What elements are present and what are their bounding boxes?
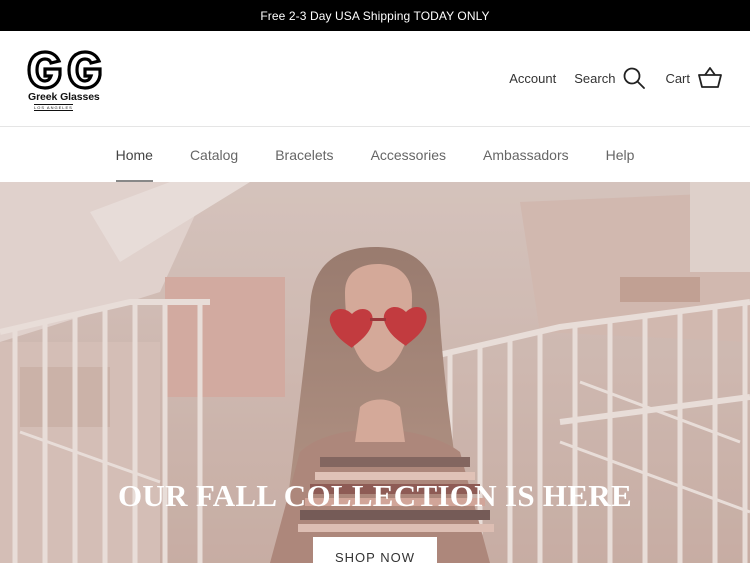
site-header: Greek Glasses LOS ANGELES Account Search… [0,31,750,127]
nav-item-bracelets[interactable]: Bracelets [275,128,333,182]
nav-item-help[interactable]: Help [606,128,635,182]
logo[interactable]: Greek Glasses LOS ANGELES [26,49,106,111]
logo-brand-name: Greek Glasses [28,91,100,103]
hero-title: OUR FALL COLLECTION IS HERE [118,478,632,513]
nav-item-accessories[interactable]: Accessories [371,128,446,182]
logo-tagline: LOS ANGELES [34,104,73,111]
search-icon [624,67,646,89]
nav-item-home[interactable]: Home [115,128,154,182]
nav-item-ambassadors[interactable]: Ambassadors [483,128,569,182]
hero-banner: OUR FALL COLLECTION IS HERE SHOP NOW [0,182,750,563]
nav-item-label: Catalog [189,147,239,163]
basket-icon [698,67,722,88]
nav-item-label: Home [115,147,153,163]
nav-item-catalog[interactable]: Catalog [190,128,238,182]
account-label: Account [509,70,557,86]
nav-item-label: Bracelets [275,147,334,163]
utility-links: Account Search Cart [509,67,722,89]
search-link[interactable]: Search [574,67,646,89]
main-nav: Home Catalog Bracelets Accessories Ambas… [0,128,750,182]
announcement-text: Free 2-3 Day USA Shipping TODAY ONLY [260,8,490,23]
nav-item-label: Accessories [370,147,447,163]
shop-now-button[interactable]: SHOP NOW [313,537,437,563]
announcement-bar: Free 2-3 Day USA Shipping TODAY ONLY [0,0,750,31]
nav-item-label: Ambassadors [483,147,569,163]
cart-link[interactable]: Cart [665,67,722,89]
cart-label: Cart [665,70,690,86]
search-label: Search [574,70,616,86]
gg-logo-mark [27,50,102,90]
nav-item-label: Help [605,147,635,163]
account-link[interactable]: Account [509,71,556,86]
